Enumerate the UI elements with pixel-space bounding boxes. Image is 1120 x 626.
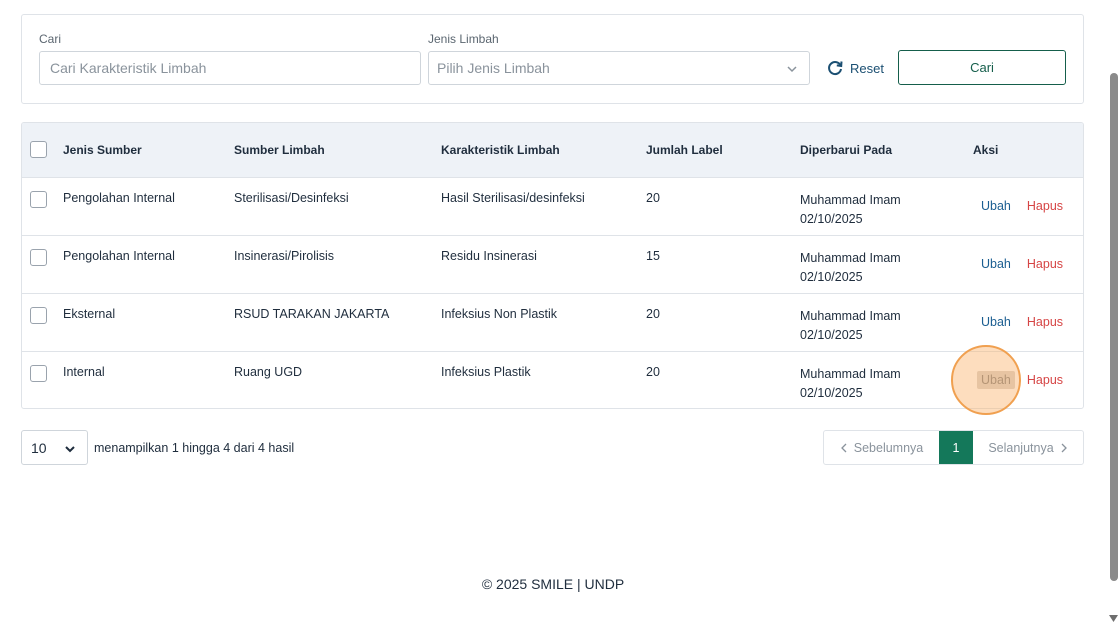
- row-checkbox[interactable]: [30, 306, 47, 324]
- cell-jenis-sumber: Pengolahan Internal: [63, 248, 175, 263]
- cell-sumber-limbah: Insinerasi/Pirolisis: [234, 248, 335, 263]
- updated-on: 02/10/2025: [800, 269, 863, 284]
- table-header-row: Jenis Sumber Sumber Limbah Karakteristik…: [22, 123, 1083, 177]
- footer-copyright: © 2025 SMILE | UNDP: [481, 576, 625, 592]
- waste-table: Jenis Sumber Sumber Limbah Karakteristik…: [21, 122, 1084, 409]
- cell-karakteristik: Residu Insinerasi: [441, 248, 537, 263]
- delete-link[interactable]: Hapus: [1027, 199, 1063, 213]
- page-size-value: 10: [31, 439, 47, 456]
- header-aksi: Aksi: [973, 142, 999, 157]
- chevron-right-icon: [1061, 443, 1067, 452]
- next-label: Selanjutnya: [988, 440, 1054, 455]
- previous-label: Sebelumnya: [853, 440, 924, 455]
- cell-actions: Ubah Hapus: [973, 293, 1083, 351]
- reset-label: Reset: [850, 60, 884, 76]
- header-karakteristik-limbah: Karakteristik Limbah: [441, 142, 560, 157]
- table-row: Pengolahan Internal Insinerasi/Pirolisis…: [22, 235, 1083, 293]
- waste-type-placeholder: Pilih Jenis Limbah: [437, 60, 550, 76]
- edit-link[interactable]: Ubah: [977, 255, 1015, 273]
- row-checkbox[interactable]: [30, 248, 47, 266]
- next-page-button[interactable]: Selanjutnya: [973, 431, 1083, 464]
- cell-updated: Muhammad Imam 02/10/2025: [800, 351, 973, 408]
- vertical-scrollbar[interactable]: [1106, 0, 1120, 626]
- scrollbar-thumb[interactable]: [1110, 73, 1118, 581]
- updated-by: Muhammad Imam: [800, 366, 901, 381]
- delete-link[interactable]: Hapus: [1027, 373, 1063, 387]
- cell-sumber-limbah: RSUD TARAKAN JAKARTA: [234, 306, 390, 321]
- cell-karakteristik: Infeksius Non Plastik: [441, 306, 558, 321]
- waste-type-label: Jenis Limbah: [428, 32, 499, 46]
- header-diperbarui-pada: Diperbarui Pada: [800, 142, 893, 157]
- cell-karakteristik: Hasil Sterilisasi/desinfeksi: [441, 190, 585, 205]
- search-input[interactable]: [39, 51, 421, 85]
- cell-sumber-limbah: Ruang UGD: [234, 364, 303, 379]
- cell-jumlah: 20: [646, 190, 660, 205]
- cell-jumlah: 20: [646, 306, 660, 321]
- cell-updated: Muhammad Imam 02/10/2025: [800, 293, 973, 351]
- cell-jumlah: 15: [646, 248, 660, 263]
- row-checkbox[interactable]: [30, 190, 47, 208]
- chevron-down-icon: [787, 66, 797, 73]
- edit-link[interactable]: Ubah: [977, 197, 1015, 215]
- pagination-info: menampilkan 1 hingga 4 dari 4 hasil: [94, 441, 295, 455]
- select-all-checkbox[interactable]: [30, 140, 47, 158]
- cell-actions: Ubah Hapus: [973, 351, 1083, 408]
- updated-on: 02/10/2025: [800, 385, 863, 400]
- cell-jenis-sumber: Pengolahan Internal: [63, 190, 175, 205]
- cell-actions: Ubah Hapus: [973, 177, 1083, 235]
- refresh-icon: [828, 61, 843, 76]
- cell-jenis-sumber: Internal: [63, 364, 105, 379]
- cell-actions: Ubah Hapus: [973, 235, 1083, 293]
- edit-link[interactable]: Ubah: [977, 371, 1015, 390]
- reset-button[interactable]: Reset: [826, 57, 884, 79]
- page-size-select[interactable]: 10: [21, 430, 88, 465]
- search-button[interactable]: Cari: [898, 50, 1066, 85]
- chevron-left-icon: [840, 443, 847, 452]
- cell-jenis-sumber: Eksternal: [63, 306, 116, 321]
- row-checkbox[interactable]: [30, 364, 47, 382]
- previous-page-button[interactable]: Sebelumnya: [824, 431, 939, 464]
- chevron-down-icon: [65, 446, 75, 453]
- updated-on: 02/10/2025: [800, 327, 863, 342]
- scroll-down-arrow-icon[interactable]: [1109, 615, 1118, 622]
- updated-by: Muhammad Imam: [800, 192, 901, 207]
- cell-sumber-limbah: Sterilisasi/Desinfeksi: [234, 190, 349, 205]
- header-sumber-limbah: Sumber Limbah: [234, 142, 325, 157]
- waste-type-select[interactable]: Pilih Jenis Limbah: [428, 51, 810, 85]
- pagination: Sebelumnya 1 Selanjutnya: [823, 430, 1084, 465]
- updated-by: Muhammad Imam: [800, 250, 901, 265]
- edit-link[interactable]: Ubah: [977, 313, 1015, 331]
- delete-link[interactable]: Hapus: [1027, 315, 1063, 329]
- updated-by: Muhammad Imam: [800, 308, 901, 323]
- cell-jumlah: 20: [646, 364, 660, 379]
- delete-link[interactable]: Hapus: [1027, 257, 1063, 271]
- header-jumlah-label: Jumlah Label: [646, 142, 723, 157]
- cell-updated: Muhammad Imam 02/10/2025: [800, 235, 973, 293]
- page-number-button[interactable]: 1: [939, 431, 973, 464]
- table-row: Internal Ruang UGD Infeksius Plastik 20 …: [22, 351, 1083, 408]
- header-jenis-sumber: Jenis Sumber: [63, 142, 142, 157]
- cell-karakteristik: Infeksius Plastik: [441, 364, 531, 379]
- table-row: Eksternal RSUD TARAKAN JAKARTA Infeksius…: [22, 293, 1083, 351]
- cell-updated: Muhammad Imam 02/10/2025: [800, 177, 973, 235]
- updated-on: 02/10/2025: [800, 211, 863, 226]
- search-label: Cari: [39, 32, 62, 46]
- table-row: Pengolahan Internal Sterilisasi/Desinfek…: [22, 177, 1083, 235]
